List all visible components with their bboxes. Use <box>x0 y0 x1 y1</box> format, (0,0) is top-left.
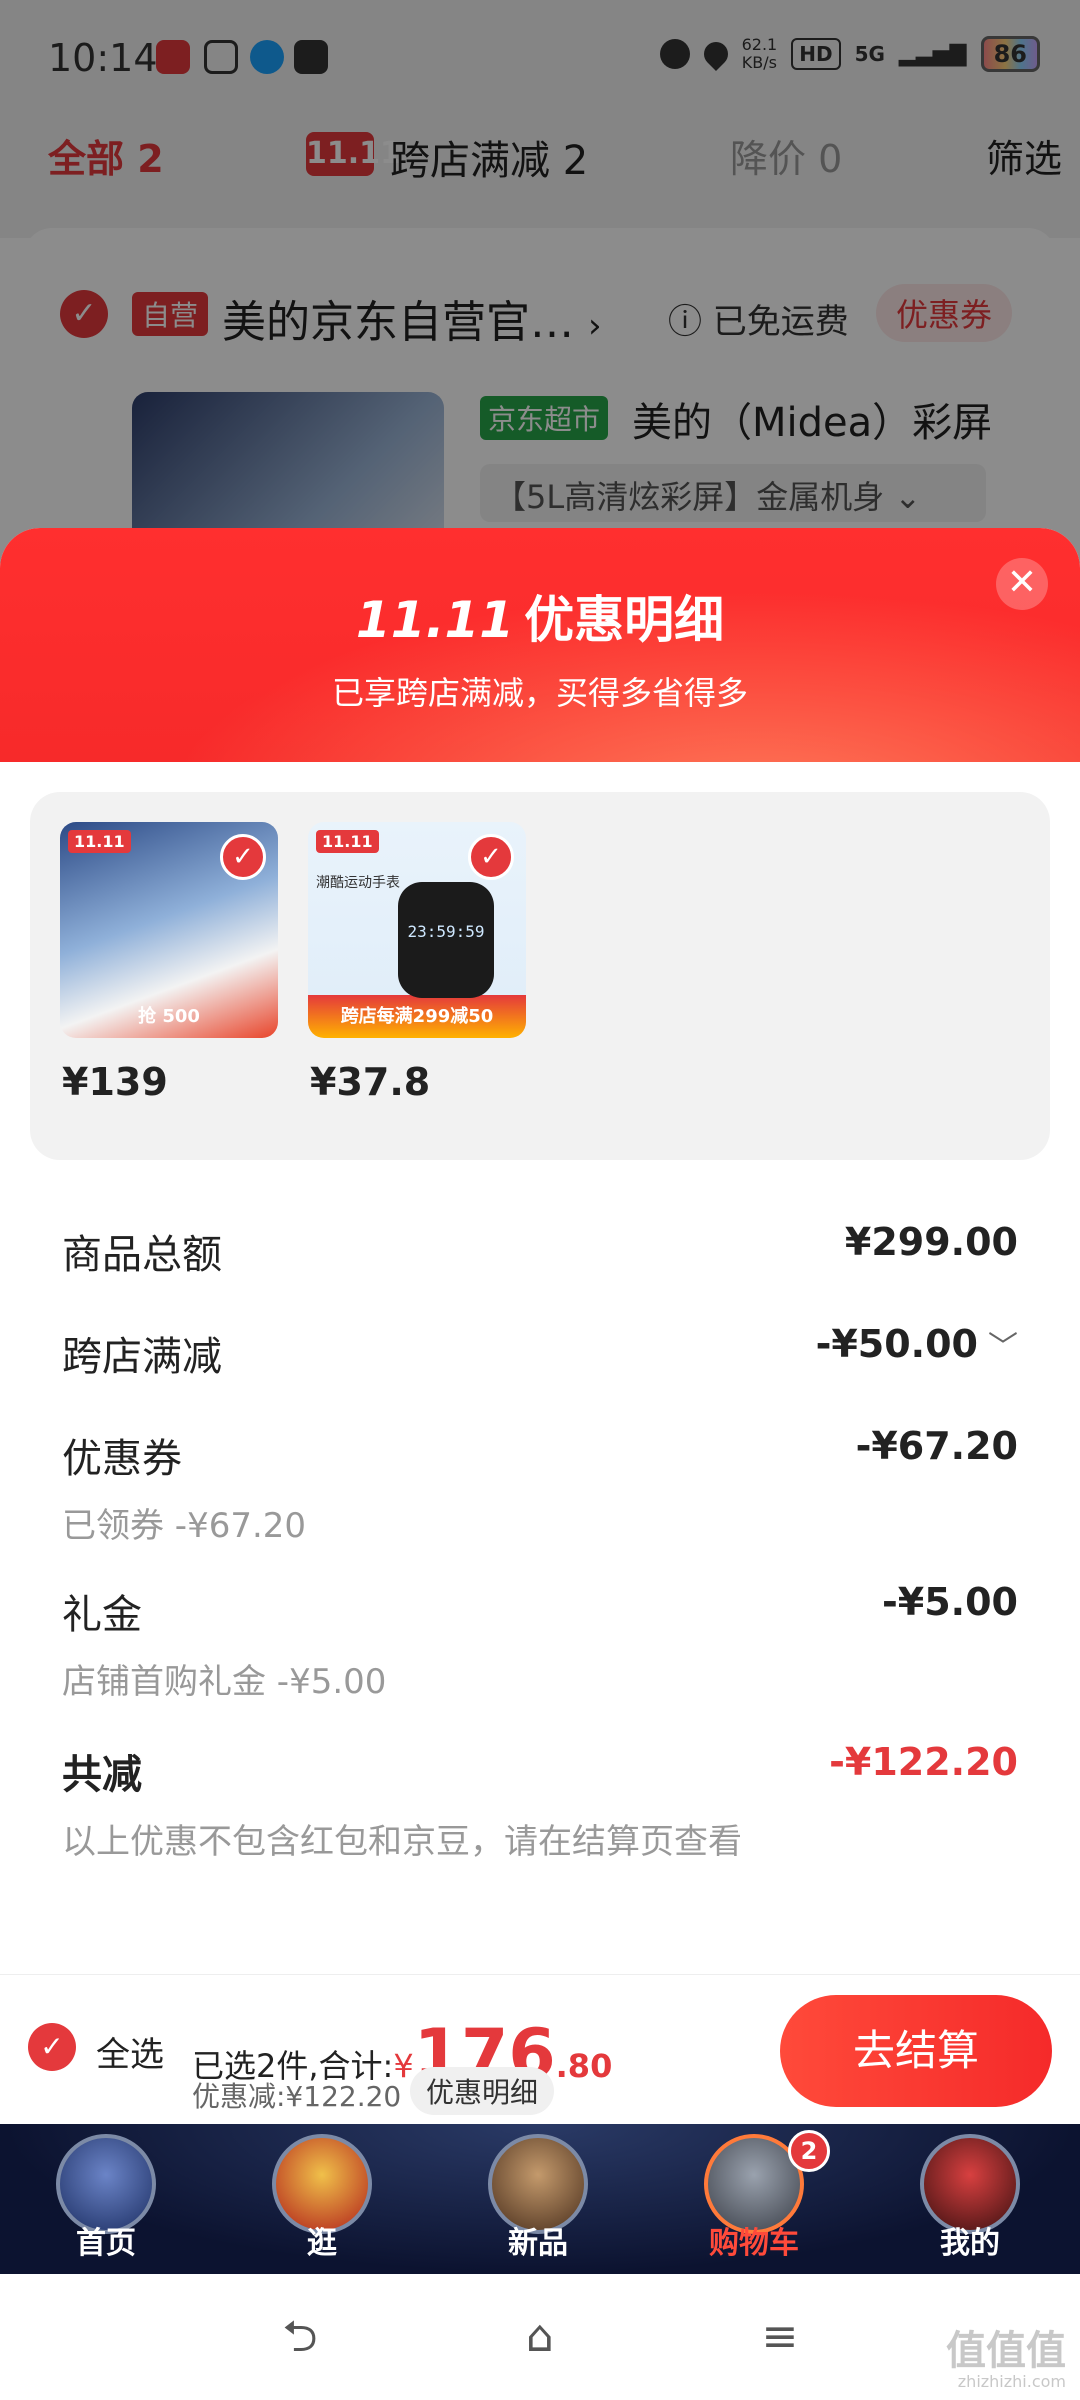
promo-badge: 11.11 <box>316 830 379 853</box>
tab-home[interactable]: 首页 <box>16 2124 196 2274</box>
check-icon: ✓ <box>220 834 266 880</box>
product-image-rice-cooker[interactable]: 11.11 ✓ 抢 500 <box>60 822 278 1038</box>
sum-label: 共减 <box>62 1752 142 1798</box>
tab-explore[interactable]: 逛 <box>232 2124 412 2274</box>
tab-cart[interactable]: 2 购物车 <box>664 2124 844 2274</box>
tab-new[interactable]: 新品 <box>448 2124 628 2274</box>
total-label: 商品总额 <box>62 1232 222 1278</box>
discount-summary: 优惠减:¥122.20 <box>192 2080 402 2113</box>
check-icon: ✓ <box>468 834 514 880</box>
sheet-title: 11.11 优惠明细 <box>0 580 1080 652</box>
tab-label: 逛 <box>307 2226 337 2261</box>
tab-label: 首页 <box>76 2226 136 2261</box>
coupon-sub: 已领券 -¥67.20 <box>62 1506 307 1546</box>
coupon-label: 优惠券 <box>62 1436 182 1482</box>
tab-label: 我的 <box>940 2226 1000 2261</box>
close-icon[interactable]: ✕ <box>996 558 1048 610</box>
sum-value: -¥122.20 <box>829 1740 1018 1784</box>
checkout-bar: ✓ 全选 已选2件,合计:¥176.80 优惠减:¥122.20 优惠明细 去结… <box>0 1974 1080 2126</box>
tab-label: 新品 <box>508 2226 568 2261</box>
home-icon[interactable]: ⌂ <box>510 2310 570 2364</box>
product-promo-text: 跨店每满299减50 <box>340 1006 494 1027</box>
menu-icon[interactable]: ≡ <box>750 2310 810 2364</box>
checkout-button[interactable]: 去结算 <box>780 1995 1052 2107</box>
product-image-watch[interactable]: 11.11 ✓ 潮酷运动手表 23:59:59 跨店每满299减50 <box>308 822 526 1038</box>
gift-sub: 店铺首购礼金 -¥5.00 <box>62 1662 387 1702</box>
double-eleven-logo: 11.11 <box>355 591 515 649</box>
back-icon[interactable]: ⮌ <box>270 2310 330 2364</box>
gift-label: 礼金 <box>62 1592 142 1638</box>
discount-detail-button[interactable]: 优惠明细 <box>410 2067 555 2115</box>
sheet-header: 11.11 优惠明细 已享跨店满减，买得多省得多 ✕ <box>0 528 1080 762</box>
watermark-logo: 值值值 <box>946 2328 1066 2374</box>
bottom-tab-bar: 首页 逛 新品 2 购物车 我的 <box>0 2124 1080 2274</box>
cart-count-badge: 2 <box>788 2130 830 2172</box>
select-all-label[interactable]: 全选 <box>96 2027 164 2076</box>
tab-me[interactable]: 我的 <box>880 2124 1060 2274</box>
product-price: ¥139 <box>62 1060 168 1104</box>
coupon-value: -¥67.20 <box>855 1424 1018 1468</box>
product-promo-text: 抢 500 <box>138 1006 200 1027</box>
selected-products: 11.11 ✓ 抢 500 ¥139 11.11 ✓ 潮酷运动手表 23:59:… <box>30 792 1050 1160</box>
discount-note: 以上优惠不包含红包和京豆，请在结算页查看 <box>62 1822 742 1862</box>
watermark-domain: zhizhizhi.com <box>957 2372 1066 2391</box>
total-value: ¥299.00 <box>844 1220 1018 1264</box>
gift-value: -¥5.00 <box>882 1580 1018 1624</box>
sheet-subtitle: 已享跨店满减，买得多省得多 <box>331 674 748 712</box>
watch-face: 23:59:59 <box>398 882 494 998</box>
total-decimal: .80 <box>555 2047 613 2085</box>
product-image-caption: 潮酷运动手表 <box>316 875 400 891</box>
promo-badge: 11.11 <box>68 830 131 853</box>
tab-label: 购物车 <box>709 2226 799 2261</box>
select-all-checkbox[interactable]: ✓ <box>28 2023 76 2071</box>
cross-store-value[interactable]: -¥50.00 ﹀ <box>816 1322 1018 1366</box>
discount-detail-sheet: 11.11 优惠明细 已享跨店满减，买得多省得多 ✕ 11.11 ✓ 抢 500 … <box>0 528 1080 1982</box>
system-navigation-bar: ⮌ ⌂ ≡ <box>0 2274 1080 2400</box>
sheet-title-text: 优惠明细 <box>524 591 725 649</box>
product-price: ¥37.8 <box>310 1060 431 1104</box>
cross-store-label: 跨店满减 <box>62 1334 222 1380</box>
cross-store-amount: -¥50.00 <box>815 1322 978 1366</box>
chevron-down-icon: ﹀ <box>988 1330 1018 1365</box>
